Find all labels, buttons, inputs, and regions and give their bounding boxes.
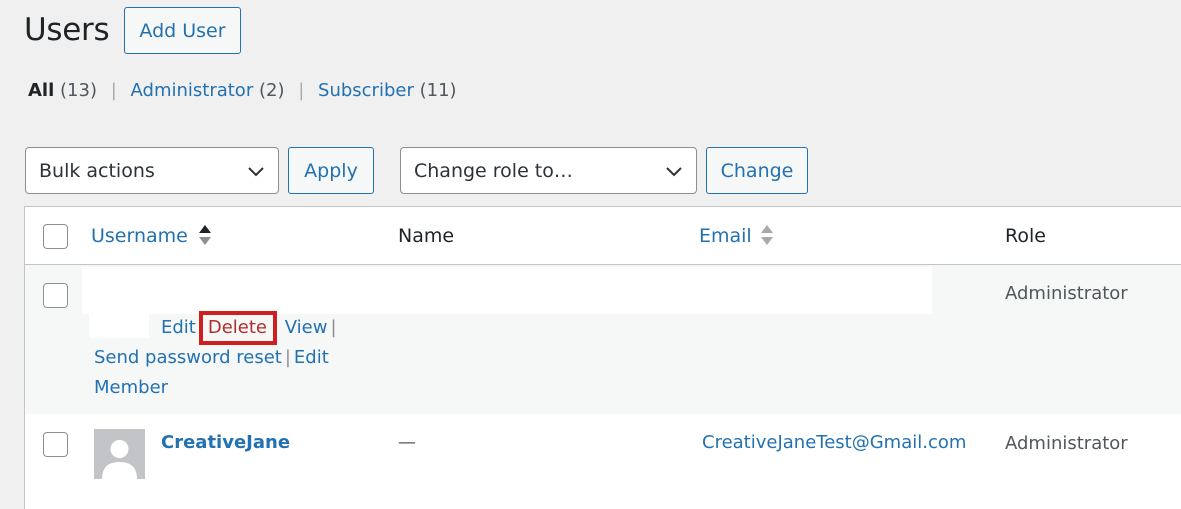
filter-separator: |: [298, 80, 305, 101]
change-role-value: Change role to…: [414, 159, 573, 182]
edit-member-link[interactable]: Edit: [294, 347, 329, 368]
select-all-checkbox[interactable]: [43, 224, 68, 249]
row-actions: Member: [94, 373, 168, 403]
table-row: CreativeJane — CreativeJaneTest@Gmail.co…: [25, 414, 1181, 509]
sort-indicator-icon[interactable]: [760, 222, 774, 248]
username-link[interactable]: CreativeJane: [161, 432, 290, 453]
bulk-actions-select[interactable]: Bulk actions: [25, 147, 279, 194]
filter-all[interactable]: All: [28, 80, 54, 101]
users-page: Users Add User All (13) | Administrator …: [0, 0, 1181, 509]
action-separator: |: [284, 347, 291, 368]
column-username[interactable]: Username: [91, 224, 188, 248]
view-link[interactable]: View: [285, 317, 328, 338]
table-row: Edit Delete View | Send password reset | Edi…: [25, 265, 1181, 414]
page-title: Users: [24, 12, 110, 48]
bulk-actions-value: Bulk actions: [39, 159, 155, 182]
email-link[interactable]: CreativeJaneTest@Gmail.com: [702, 432, 966, 453]
add-user-button[interactable]: Add User: [124, 7, 241, 54]
edit-member-link[interactable]: Member: [94, 377, 168, 398]
redacted-user-info: [89, 314, 149, 338]
table-header: Username Name Email Role: [25, 207, 1181, 265]
chevron-down-icon: [666, 167, 682, 177]
send-password-reset-link[interactable]: Send password reset: [94, 347, 282, 368]
delete-link-highlight: Delete: [198, 311, 278, 345]
name-cell: —: [398, 432, 416, 453]
filter-all-count: (13): [60, 80, 97, 101]
filter-administrator[interactable]: Administrator: [131, 80, 254, 101]
filter-subscriber[interactable]: Subscriber: [318, 80, 414, 101]
default-avatar-icon: [102, 440, 137, 479]
row-actions: Send password reset | Edit: [94, 343, 329, 373]
sort-indicator-icon[interactable]: [198, 222, 212, 248]
redacted-user-info: [82, 267, 932, 314]
chevron-down-icon: [248, 167, 264, 177]
action-separator: |: [330, 317, 337, 338]
row-checkbox[interactable]: [43, 283, 68, 308]
filter-administrator-count: (2): [258, 80, 285, 101]
row-checkbox[interactable]: [43, 432, 68, 457]
role-filter-links: All (13) | Administrator (2) | Subscribe…: [28, 79, 457, 103]
filter-subscriber-count: (11): [419, 80, 457, 101]
users-table: Username Name Email Role Edit Delete View…: [24, 206, 1181, 509]
apply-button[interactable]: Apply: [288, 147, 374, 194]
edit-link[interactable]: Edit: [161, 317, 196, 338]
delete-link[interactable]: Delete: [208, 317, 267, 338]
column-name: Name: [398, 225, 455, 247]
avatar: [94, 429, 145, 479]
column-email[interactable]: Email: [699, 224, 752, 248]
role-cell: Administrator: [1005, 433, 1128, 454]
filter-separator: |: [110, 80, 117, 101]
change-role-select[interactable]: Change role to…: [400, 147, 697, 194]
role-cell: Administrator: [1005, 283, 1128, 304]
row-actions: Edit Delete View |: [161, 311, 340, 345]
change-button[interactable]: Change: [706, 147, 808, 194]
column-role: Role: [1005, 225, 1046, 247]
